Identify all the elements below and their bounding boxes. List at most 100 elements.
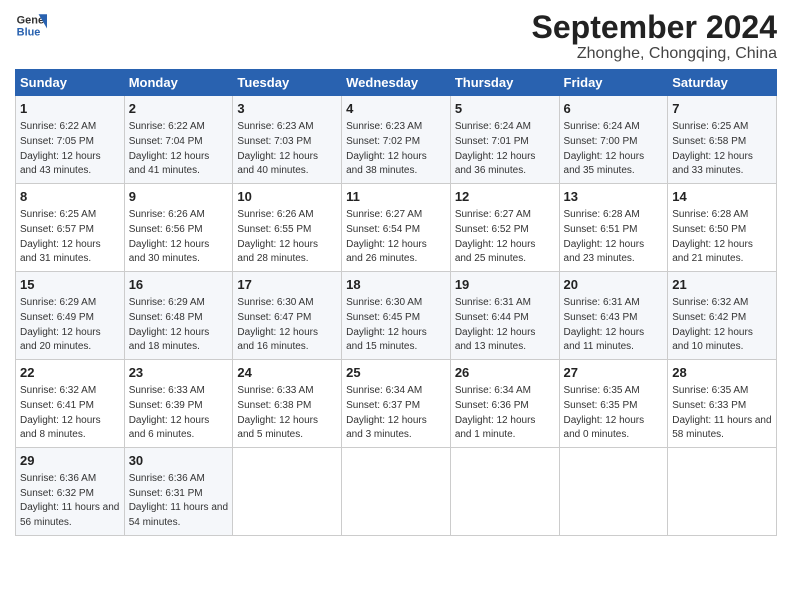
page: General Blue September 2024 Zhonghe, Cho…: [0, 0, 792, 612]
day-number: 8: [20, 188, 120, 207]
svg-text:Blue: Blue: [17, 26, 41, 38]
calendar-cell: 12 Sunrise: 6:27 AMSunset: 6:52 PMDayligh…: [450, 184, 559, 272]
calendar-cell: 30 Sunrise: 6:36 AMSunset: 6:31 PMDayligh…: [124, 448, 233, 536]
day-number: 30: [129, 452, 229, 471]
calendar-cell: 8Sunrise: 6:25 AMSunset: 6:57 PMDaylight…: [16, 184, 125, 272]
day-info: Sunrise: 6:32 AMSunset: 6:42 PMDaylight:…: [672, 297, 753, 352]
day-number: 12: [455, 188, 555, 207]
day-number: 14: [672, 188, 772, 207]
day-header-sunday: Sunday: [16, 70, 125, 96]
day-number: 7: [672, 100, 772, 119]
calendar-cell: [450, 448, 559, 536]
day-info: Sunrise: 6:34 AMSunset: 6:36 PMDaylight:…: [455, 385, 536, 440]
day-info: Sunrise: 6:30 AMSunset: 6:45 PMDaylight:…: [346, 297, 427, 352]
header: General Blue September 2024 Zhonghe, Cho…: [15, 10, 777, 63]
day-number: 2: [129, 100, 229, 119]
calendar-cell: 15 Sunrise: 6:29 AMSunset: 6:49 PMDayligh…: [16, 272, 125, 360]
calendar-cell: 20 Sunrise: 6:31 AMSunset: 6:43 PMDayligh…: [559, 272, 668, 360]
day-number: 4: [346, 100, 446, 119]
day-number: 23: [129, 364, 229, 383]
logo: General Blue: [15, 10, 47, 42]
day-number: 21: [672, 276, 772, 295]
day-number: 6: [564, 100, 664, 119]
day-info: Sunrise: 6:36 AMSunset: 6:32 PMDaylight:…: [20, 473, 119, 528]
day-number: 1: [20, 100, 120, 119]
calendar-cell: [233, 448, 342, 536]
day-info: Sunrise: 6:22 AMSunset: 7:05 PMDaylight:…: [20, 121, 101, 176]
day-info: Sunrise: 6:31 AMSunset: 6:43 PMDaylight:…: [564, 297, 645, 352]
calendar-cell: 6 Sunrise: 6:24 AMSunset: 7:00 PMDaylight…: [559, 96, 668, 184]
day-number: 28: [672, 364, 772, 383]
day-info: Sunrise: 6:22 AMSunset: 7:04 PMDaylight:…: [129, 121, 210, 176]
day-number: 24: [237, 364, 337, 383]
day-number: 3: [237, 100, 337, 119]
calendar-cell: 29 Sunrise: 6:36 AMSunset: 6:32 PMDayligh…: [16, 448, 125, 536]
calendar-cell: 23 Sunrise: 6:33 AMSunset: 6:39 PMDayligh…: [124, 360, 233, 448]
day-number: 27: [564, 364, 664, 383]
day-number: 20: [564, 276, 664, 295]
day-info: Sunrise: 6:31 AMSunset: 6:44 PMDaylight:…: [455, 297, 536, 352]
calendar-cell: 21 Sunrise: 6:32 AMSunset: 6:42 PMDayligh…: [668, 272, 777, 360]
day-info: Sunrise: 6:34 AMSunset: 6:37 PMDaylight:…: [346, 385, 427, 440]
day-info: Sunrise: 6:29 AMSunset: 6:48 PMDaylight:…: [129, 297, 210, 352]
calendar-cell: [668, 448, 777, 536]
calendar-week-row: 15 Sunrise: 6:29 AMSunset: 6:49 PMDayligh…: [16, 272, 777, 360]
day-header-tuesday: Tuesday: [233, 70, 342, 96]
day-info: Sunrise: 6:26 AMSunset: 6:55 PMDaylight:…: [237, 209, 318, 264]
calendar-cell: [559, 448, 668, 536]
day-header-wednesday: Wednesday: [342, 70, 451, 96]
day-info: Sunrise: 6:24 AMSunset: 7:00 PMDaylight:…: [564, 121, 645, 176]
calendar-cell: 7 Sunrise: 6:25 AMSunset: 6:58 PMDaylight…: [668, 96, 777, 184]
day-number: 17: [237, 276, 337, 295]
calendar-week-row: 29 Sunrise: 6:36 AMSunset: 6:32 PMDayligh…: [16, 448, 777, 536]
day-info: Sunrise: 6:33 AMSunset: 6:39 PMDaylight:…: [129, 385, 210, 440]
day-number: 9: [129, 188, 229, 207]
day-number: 29: [20, 452, 120, 471]
calendar-cell: 22 Sunrise: 6:32 AMSunset: 6:41 PMDayligh…: [16, 360, 125, 448]
day-info: Sunrise: 6:27 AMSunset: 6:54 PMDaylight:…: [346, 209, 427, 264]
calendar-cell: 5 Sunrise: 6:24 AMSunset: 7:01 PMDaylight…: [450, 96, 559, 184]
calendar-cell: [342, 448, 451, 536]
calendar-week-row: 1 Sunrise: 6:22 AMSunset: 7:05 PMDaylight…: [16, 96, 777, 184]
calendar-cell: 28Sunrise: 6:35 AMSunset: 6:33 PMDayligh…: [668, 360, 777, 448]
day-info: Sunrise: 6:36 AMSunset: 6:31 PMDaylight:…: [129, 473, 228, 528]
day-number: 22: [20, 364, 120, 383]
calendar-cell: 4 Sunrise: 6:23 AMSunset: 7:02 PMDaylight…: [342, 96, 451, 184]
day-number: 15: [20, 276, 120, 295]
day-number: 13: [564, 188, 664, 207]
calendar-cell: 3 Sunrise: 6:23 AMSunset: 7:03 PMDaylight…: [233, 96, 342, 184]
calendar-cell: 26 Sunrise: 6:34 AMSunset: 6:36 PMDayligh…: [450, 360, 559, 448]
day-info: Sunrise: 6:23 AMSunset: 7:02 PMDaylight:…: [346, 121, 427, 176]
calendar-week-row: 8Sunrise: 6:25 AMSunset: 6:57 PMDaylight…: [16, 184, 777, 272]
calendar-header-row: SundayMondayTuesdayWednesdayThursdayFrid…: [16, 70, 777, 96]
day-info: Sunrise: 6:30 AMSunset: 6:47 PMDaylight:…: [237, 297, 318, 352]
calendar-cell: 19Sunrise: 6:31 AMSunset: 6:44 PMDayligh…: [450, 272, 559, 360]
day-header-saturday: Saturday: [668, 70, 777, 96]
calendar-cell: 2 Sunrise: 6:22 AMSunset: 7:04 PMDaylight…: [124, 96, 233, 184]
calendar-cell: 24 Sunrise: 6:33 AMSunset: 6:38 PMDayligh…: [233, 360, 342, 448]
calendar-cell: 25 Sunrise: 6:34 AMSunset: 6:37 PMDayligh…: [342, 360, 451, 448]
calendar-body: 1 Sunrise: 6:22 AMSunset: 7:05 PMDaylight…: [16, 96, 777, 536]
day-number: 11: [346, 188, 446, 207]
calendar-cell: 13Sunrise: 6:28 AMSunset: 6:51 PMDayligh…: [559, 184, 668, 272]
day-number: 25: [346, 364, 446, 383]
day-number: 10: [237, 188, 337, 207]
day-number: 26: [455, 364, 555, 383]
day-info: Sunrise: 6:23 AMSunset: 7:03 PMDaylight:…: [237, 121, 318, 176]
day-info: Sunrise: 6:25 AMSunset: 6:58 PMDaylight:…: [672, 121, 753, 176]
month-title: September 2024: [532, 10, 777, 45]
day-number: 5: [455, 100, 555, 119]
day-info: Sunrise: 6:29 AMSunset: 6:49 PMDaylight:…: [20, 297, 101, 352]
day-info: Sunrise: 6:32 AMSunset: 6:41 PMDaylight:…: [20, 385, 101, 440]
day-info: Sunrise: 6:24 AMSunset: 7:01 PMDaylight:…: [455, 121, 536, 176]
day-info: Sunrise: 6:27 AMSunset: 6:52 PMDaylight:…: [455, 209, 536, 264]
day-info: Sunrise: 6:35 AMSunset: 6:35 PMDaylight:…: [564, 385, 645, 440]
calendar-cell: 9Sunrise: 6:26 AMSunset: 6:56 PMDaylight…: [124, 184, 233, 272]
calendar-cell: 16 Sunrise: 6:29 AMSunset: 6:48 PMDayligh…: [124, 272, 233, 360]
day-info: Sunrise: 6:33 AMSunset: 6:38 PMDaylight:…: [237, 385, 318, 440]
day-number: 16: [129, 276, 229, 295]
day-info: Sunrise: 6:28 AMSunset: 6:50 PMDaylight:…: [672, 209, 753, 264]
calendar-cell: 14 Sunrise: 6:28 AMSunset: 6:50 PMDayligh…: [668, 184, 777, 272]
location-title: Zhonghe, Chongqing, China: [532, 45, 777, 63]
calendar-table: SundayMondayTuesdayWednesdayThursdayFrid…: [15, 69, 777, 536]
